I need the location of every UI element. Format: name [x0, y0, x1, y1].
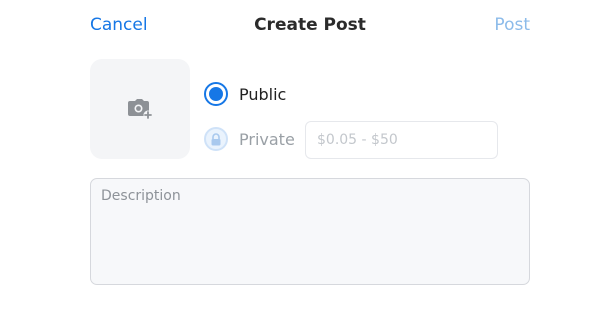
description-textarea[interactable] — [90, 178, 530, 285]
visibility-private-option[interactable]: Private — [204, 127, 295, 151]
visibility-public-option[interactable]: Public — [204, 82, 286, 106]
private-label: Private — [239, 129, 295, 149]
add-photo-button[interactable] — [90, 59, 190, 159]
price-input[interactable] — [305, 121, 498, 159]
lock-icon — [211, 132, 221, 145]
radio-selected-dot — [209, 87, 223, 101]
post-button[interactable]: Post — [494, 15, 530, 35]
public-radio[interactable] — [204, 82, 228, 106]
public-label: Public — [239, 84, 287, 104]
camera-add-icon — [128, 99, 153, 120]
private-radio[interactable] — [204, 127, 228, 151]
header-bar: Cancel Create Post Post — [0, 0, 608, 56]
